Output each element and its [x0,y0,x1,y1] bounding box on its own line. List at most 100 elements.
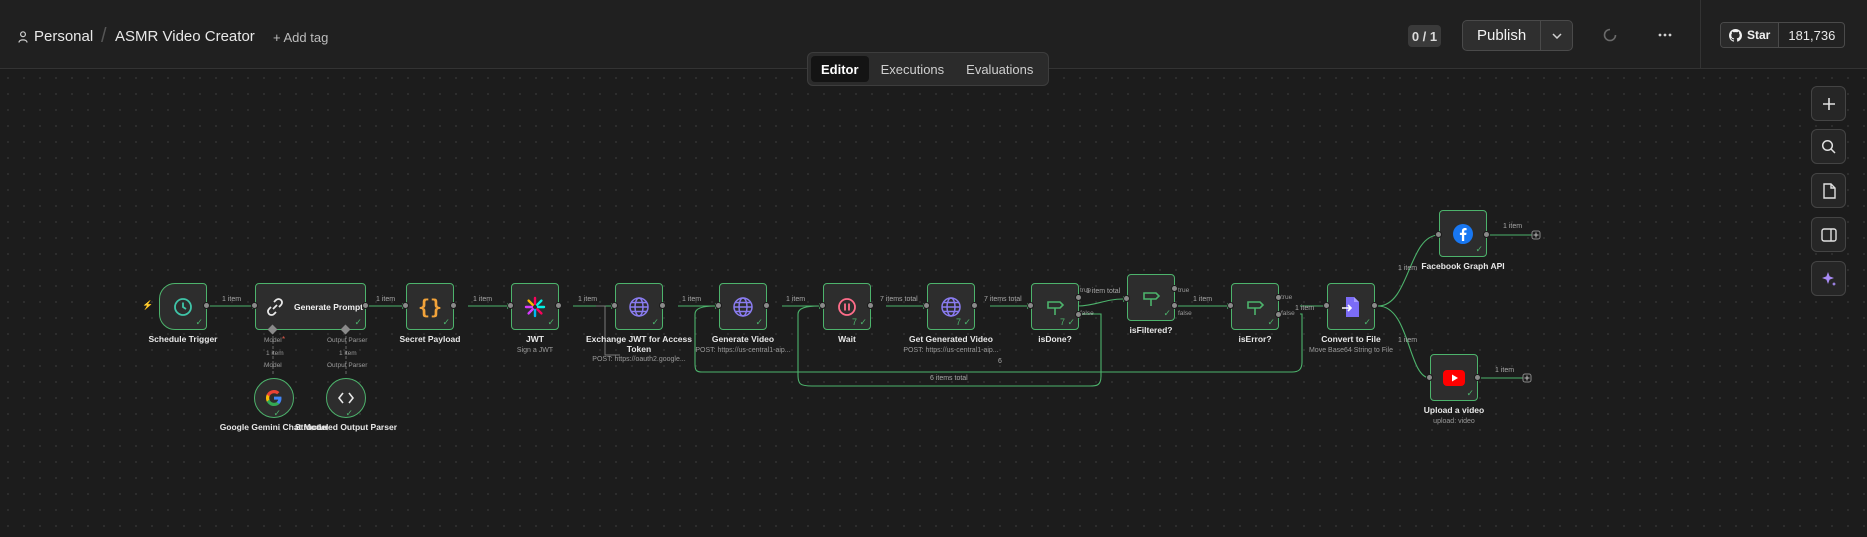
node-label: Convert to File [1321,334,1381,344]
node-exchange-jwt[interactable]: ✓ [615,283,663,330]
node-convert-to-file[interactable]: ✓ [1327,283,1375,330]
output-port[interactable] [763,302,770,309]
output-port[interactable] [450,302,457,309]
output-port-false[interactable] [1075,311,1082,318]
node-subtitle: upload: video [1433,418,1475,425]
node-label: Structured Output Parser [294,422,398,432]
link-icon [264,296,286,323]
workflow-name[interactable]: ASMR Video Creator [115,28,255,45]
sticky-note-button[interactable] [1811,173,1846,208]
node-label: Secret Payload [399,334,461,344]
input-port[interactable] [715,302,722,309]
input-port[interactable] [1323,302,1330,309]
breadcrumb-separator: / [101,25,107,47]
output-port[interactable] [867,302,874,309]
output-port-true[interactable] [1171,285,1178,292]
input-port[interactable] [1027,302,1034,309]
node-get-generated-video[interactable]: 7 ✓ [927,283,975,330]
signpost-icon [1047,300,1065,315]
node-secret-payload[interactable]: {} ✓ [406,283,454,330]
node-structured-output-parser[interactable]: ✓ [326,378,366,418]
execution-counter: 0 / 1 [1408,25,1441,47]
more-options-icon[interactable] [1656,27,1674,43]
github-star-button[interactable]: Star [1721,23,1780,47]
input-port[interactable] [923,302,930,309]
port-label-true: true [1178,287,1190,294]
output-port-true[interactable] [1275,294,1282,301]
tab-executions[interactable]: Executions [871,56,955,82]
breadcrumb-workspace[interactable]: Personal [34,28,93,45]
node-facebook-graph-api[interactable]: ✓ [1439,210,1487,257]
output-port[interactable] [203,302,210,309]
node-google-gemini-chat-model[interactable]: ✓ [254,378,294,418]
edge-label: 1 item [376,296,396,303]
edge-label: 1 item [682,296,702,303]
jwt-icon [524,296,546,317]
add-tag-button[interactable]: + Add tag [273,30,328,45]
node-subtitle: Move Base64 String to File [1308,347,1394,354]
output-port[interactable] [555,302,562,309]
chevron-down-icon [1552,32,1562,39]
node-upload-a-video[interactable]: ✓ [1430,354,1478,401]
output-port-true[interactable] [1075,294,1082,301]
node-is-done[interactable]: 7 ✓ [1031,283,1079,330]
tab-editor[interactable]: Editor [811,56,869,82]
node-label: Upload a video [1423,405,1485,415]
github-icon [1729,28,1742,42]
node-label: Wait [838,334,856,344]
ai-assistant-button[interactable] [1811,261,1846,296]
input-port[interactable] [507,302,514,309]
plus-icon [1822,97,1835,110]
node-jwt[interactable]: ✓ [511,283,559,330]
tab-evaluations[interactable]: Evaluations [956,56,1043,82]
input-port[interactable] [611,302,618,309]
node-label: Exchange JWT for Access Token [586,334,692,354]
output-port[interactable] [1483,231,1490,238]
node-label: isDone? [1038,334,1072,344]
file-convert-icon [1342,296,1359,317]
node-subtitle: Sign a JWT [516,347,554,354]
node-label: Schedule Trigger [148,334,218,344]
edge-label: 1 item [1495,367,1515,374]
toggle-panel-button[interactable] [1811,217,1846,252]
output-port[interactable] [1371,302,1378,309]
node-label: JWT [526,334,544,344]
edge-label: 1 item [222,296,242,303]
edge-label: 1 item [339,350,357,357]
node-is-filtered[interactable]: ✓ [1127,274,1175,321]
input-port[interactable] [1435,231,1442,238]
input-port[interactable] [1123,295,1130,302]
node-subtitle: POST: https://us-central1-aip... [695,347,791,354]
node-label: Get Generated Video [909,334,993,344]
output-port[interactable] [971,302,978,309]
node-is-error[interactable]: ✓ [1231,283,1279,330]
input-port[interactable] [819,302,826,309]
clock-icon [174,297,192,316]
edge-label: 1 item [1295,305,1315,312]
node-label: Generate Prompt [294,302,363,312]
publish-button[interactable]: Publish [1463,21,1542,50]
node-label: Generate Video [711,334,775,344]
input-port[interactable] [1227,302,1234,309]
output-port[interactable] [659,302,666,309]
output-port-false[interactable] [1171,302,1178,309]
publish-options-button[interactable] [1541,21,1572,50]
required-marker: * [282,335,286,344]
output-port[interactable] [362,302,369,309]
node-generate-prompt[interactable]: Generate Prompt ✓ [255,283,366,330]
output-port-false[interactable] [1275,311,1282,318]
node-schedule-trigger[interactable]: ✓ [159,283,207,330]
view-tabs: Editor Executions Evaluations [807,52,1049,86]
add-node-button[interactable] [1811,86,1846,121]
input-port[interactable] [251,302,258,309]
input-port[interactable] [402,302,409,309]
port-label-output-parser: Output Parser [327,337,368,344]
input-port[interactable] [1426,374,1433,381]
code-brackets-icon [338,392,354,404]
port-label-false: false [1080,310,1094,317]
node-wait[interactable]: 7 ✓ [823,283,871,330]
node-generate-video[interactable]: ✓ [719,283,767,330]
search-nodes-button[interactable] [1811,129,1846,164]
output-port[interactable] [1474,374,1481,381]
edge-label: 6 [998,358,1002,365]
